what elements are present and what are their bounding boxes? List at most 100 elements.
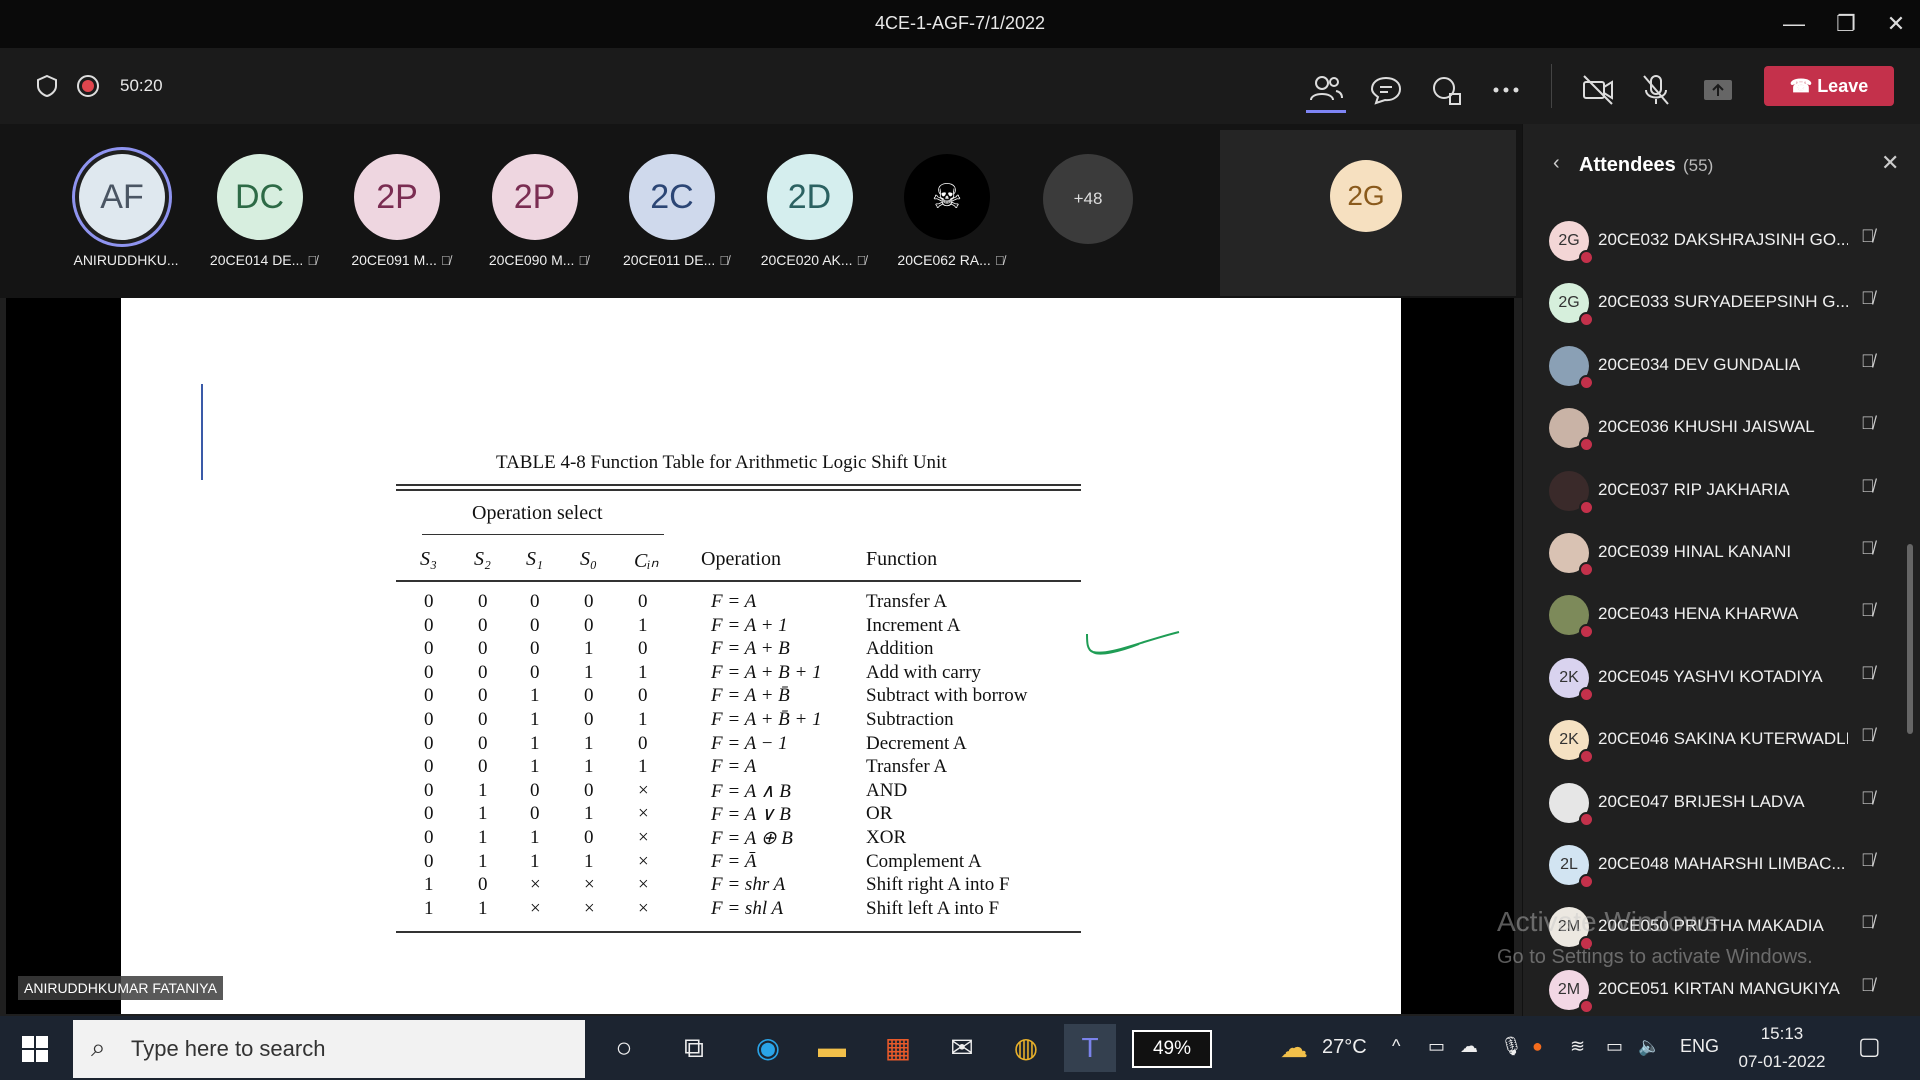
volume-icon[interactable]: 🔈 bbox=[1638, 1036, 1660, 1057]
close-window-button[interactable]: ✕ bbox=[1876, 8, 1916, 40]
table-header-cell: S₃ bbox=[420, 548, 437, 570]
windows-start-icon[interactable] bbox=[22, 1036, 48, 1062]
restore-button[interactable]: ❐ bbox=[1826, 8, 1866, 40]
weather-icon[interactable]: ☁ bbox=[1268, 1024, 1320, 1072]
participant-name: 20CE014 DE... 🎙̸ bbox=[194, 252, 334, 268]
table-cell: 1 bbox=[530, 850, 540, 872]
back-chevron-icon[interactable]: ‹ bbox=[1553, 152, 1560, 175]
table-header-cell: S₀ bbox=[580, 548, 597, 570]
store-icon[interactable]: ▦ bbox=[872, 1024, 924, 1072]
reactions-icon[interactable] bbox=[1426, 70, 1466, 110]
participant-tile[interactable]: 2D 20CE020 AK... 🎙̸ bbox=[744, 124, 874, 294]
chat-icon[interactable] bbox=[1366, 70, 1406, 110]
clock-date[interactable]: 07-01-2022 bbox=[1730, 1052, 1834, 1072]
onedrive-icon[interactable]: ☁ bbox=[1460, 1036, 1478, 1057]
attendee-row[interactable]: 2G 20CE032 DAKSHRAJSINH GO... 🎙̸ bbox=[1523, 210, 1920, 272]
table-cell: XOR bbox=[866, 827, 907, 848]
taskbar-search-box[interactable]: ⌕ Type here to search bbox=[73, 1020, 585, 1078]
participant-tile[interactable]: 2G bbox=[1220, 130, 1516, 296]
table-cell: 1 bbox=[530, 732, 540, 754]
table-header-cell: Function bbox=[866, 548, 938, 570]
attendee-row[interactable]: 2G 20CE033 SURYADEEPSINH G... 🎙̸ bbox=[1523, 272, 1920, 334]
mic-muted-icon: 🎙̸ bbox=[1861, 413, 1875, 434]
participant-tile[interactable]: AF ANIRUDDHKU... bbox=[56, 124, 186, 294]
table-cell: 0 bbox=[478, 591, 488, 612]
table-cell: Addition bbox=[866, 638, 934, 660]
phone-hangup-icon: ☎ bbox=[1789, 76, 1813, 96]
participant-tile[interactable]: 2C 20CE011 DE... 🎙̸ bbox=[606, 124, 736, 294]
attendee-row[interactable]: 20CE036 KHUSHI JAISWAL 🎙̸ bbox=[1523, 397, 1920, 459]
edge-icon[interactable]: ◉ bbox=[742, 1024, 794, 1072]
participant-tile[interactable]: DC 20CE014 DE... 🎙̸ bbox=[194, 124, 324, 294]
table-cell: 0 bbox=[584, 591, 594, 612]
mail-icon[interactable]: ✉ bbox=[936, 1024, 988, 1072]
task-view-icon[interactable]: ⧉ bbox=[668, 1024, 720, 1072]
table-cell: 1 bbox=[584, 803, 594, 825]
clock-time[interactable]: 15:13 bbox=[1736, 1024, 1828, 1044]
mic-off-icon[interactable] bbox=[1636, 70, 1676, 110]
file-explorer-icon[interactable]: ▬ bbox=[806, 1024, 858, 1072]
app-tray-icon[interactable]: ● bbox=[1532, 1036, 1543, 1057]
table-cell: F = A ⊕ B bbox=[711, 828, 793, 849]
battery-icon[interactable]: ▭ bbox=[1606, 1036, 1623, 1057]
input-language[interactable]: ENG bbox=[1680, 1036, 1719, 1057]
table-cell: 0 bbox=[478, 709, 488, 730]
cortana-icon[interactable]: ○ bbox=[598, 1024, 650, 1072]
table-cell: Transfer A bbox=[866, 756, 948, 778]
minimize-button[interactable]: — bbox=[1774, 8, 1814, 40]
meet-now-icon[interactable]: ▭ bbox=[1428, 1036, 1445, 1057]
table-cell: 0 bbox=[424, 709, 434, 730]
window-title: 4CE-1-AGF-7/1/2022 bbox=[874, 13, 1046, 33]
more-icon[interactable] bbox=[1486, 70, 1526, 110]
participant-tile[interactable]: 2P 20CE091 M... 🎙̸ bbox=[331, 124, 461, 294]
table-cell: 0 bbox=[530, 614, 540, 636]
more-participants-button[interactable]: +48 bbox=[1043, 154, 1133, 244]
table-cell: 1 bbox=[424, 897, 434, 919]
attendee-row[interactable]: 20CE034 DEV GUNDALIA 🎙̸ bbox=[1523, 335, 1920, 397]
table-cell: 0 bbox=[530, 779, 540, 801]
chrome-icon[interactable]: ◍ bbox=[1000, 1024, 1052, 1072]
mic-muted-icon: 🎙̸ bbox=[1861, 725, 1875, 746]
table-cell: F = A ∨ B bbox=[711, 804, 791, 826]
attendee-row[interactable]: 20CE039 HINAL KANANI 🎙̸ bbox=[1523, 522, 1920, 584]
search-icon: ⌕ bbox=[91, 1032, 106, 1062]
tray-chevron-icon[interactable]: ^ bbox=[1392, 1036, 1400, 1057]
teams-icon[interactable]: T bbox=[1064, 1024, 1116, 1072]
mic-muted-icon: 🎙̸ bbox=[856, 253, 867, 268]
table-cell: 1 bbox=[638, 756, 648, 778]
participant-name-text: 20CE091 M... bbox=[351, 252, 437, 268]
participant-tile[interactable]: 2P 20CE090 M... 🎙̸ bbox=[469, 124, 599, 294]
share-icon[interactable] bbox=[1698, 70, 1738, 110]
attendee-row[interactable]: 2L 20CE048 MAHARSHI LIMBAC... 🎙̸ bbox=[1523, 834, 1920, 896]
participant-tile[interactable]: ☠ 20CE062 RA... 🎙̸ bbox=[881, 124, 1011, 294]
attendee-row[interactable]: 20CE037 RIP JAKHARIA 🎙̸ bbox=[1523, 460, 1920, 522]
table-cell: F = A + B bbox=[711, 638, 790, 660]
table-cell: 0 bbox=[424, 614, 434, 636]
participant-avatar: 2C bbox=[629, 154, 715, 240]
mic-muted-icon: 🎙̸ bbox=[578, 253, 589, 268]
people-icon[interactable] bbox=[1306, 70, 1346, 110]
table-cell: 0 bbox=[530, 803, 540, 825]
table-cell: 0 bbox=[638, 591, 648, 612]
table-cell: × bbox=[584, 897, 595, 919]
camera-off-icon[interactable] bbox=[1578, 70, 1618, 110]
microphone-icon[interactable]: 🎙 bbox=[1500, 1036, 1523, 1057]
table-cell: 0 bbox=[478, 732, 488, 754]
leave-button[interactable]: ☎ Leave bbox=[1764, 66, 1894, 106]
close-panel-icon[interactable]: ✕ bbox=[1881, 150, 1899, 176]
attendee-name: 20CE034 DEV GUNDALIA bbox=[1598, 354, 1801, 374]
table-header-cell: Cᵢₙ bbox=[634, 550, 659, 572]
attendee-row[interactable]: 2K 20CE045 YASHVI KOTADIYA 🎙̸ bbox=[1523, 647, 1920, 709]
attendee-row[interactable]: 2K 20CE046 SAKINA KUTERWADLI 🎙̸ bbox=[1523, 709, 1920, 771]
presence-status-icon bbox=[1579, 562, 1594, 577]
toolbar-divider bbox=[1551, 64, 1552, 108]
attendee-row[interactable]: 20CE047 BRIJESH LADVA 🎙̸ bbox=[1523, 772, 1920, 834]
table-cell: OR bbox=[866, 803, 893, 825]
wifi-icon[interactable]: ≋ bbox=[1570, 1036, 1585, 1057]
attendee-row[interactable]: 20CE043 HENA KHARWA 🎙̸ bbox=[1523, 584, 1920, 646]
weather-temperature[interactable]: 27°C bbox=[1322, 1036, 1367, 1059]
attendees-count: (55) bbox=[1683, 156, 1714, 175]
table-cell: 1 bbox=[638, 614, 648, 636]
notifications-icon[interactable]: ▢ bbox=[1858, 1032, 1881, 1061]
table-cell: × bbox=[584, 874, 595, 896]
